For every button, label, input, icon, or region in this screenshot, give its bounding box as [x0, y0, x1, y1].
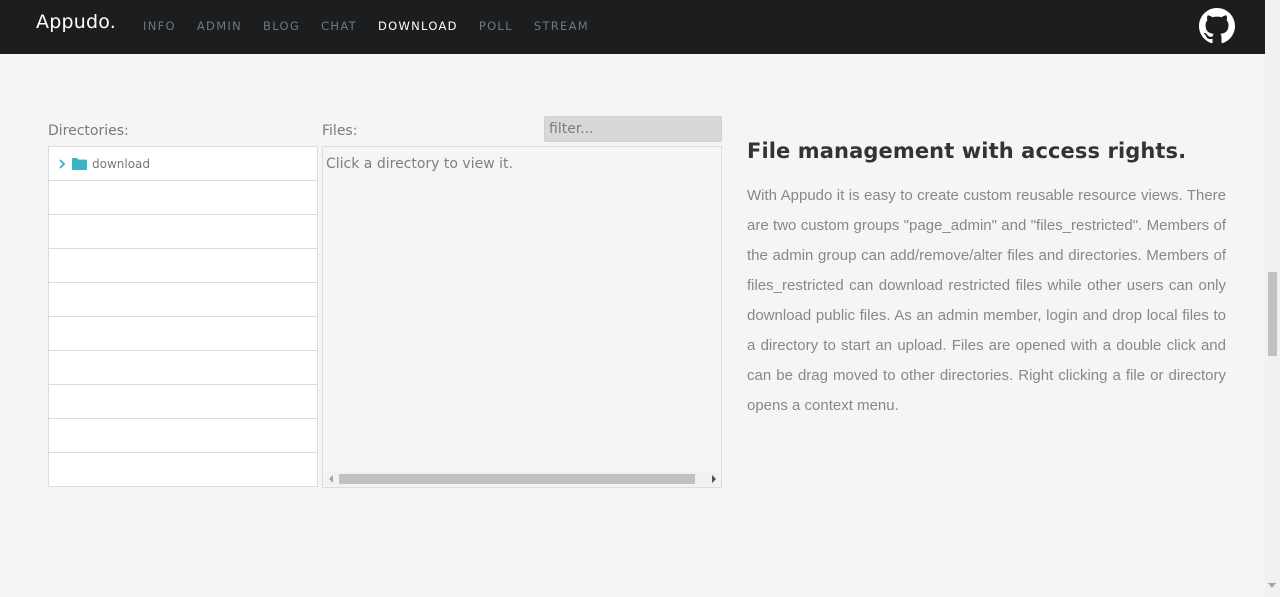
directory-row-empty — [49, 249, 317, 283]
directory-row-empty — [49, 419, 317, 453]
nav-item-chat[interactable]: CHAT — [321, 19, 357, 33]
github-icon[interactable] — [1199, 8, 1235, 44]
page-scrollbar-thumb[interactable] — [1268, 272, 1277, 356]
directory-row-empty — [49, 215, 317, 249]
scroll-down-arrow-icon[interactable] — [1268, 583, 1276, 588]
nav-item-blog[interactable]: BLOG — [263, 19, 300, 33]
directories-panel: download — [48, 146, 318, 487]
directory-row-empty — [49, 181, 317, 215]
directory-row-empty — [49, 385, 317, 419]
directory-row-empty — [49, 351, 317, 385]
nav-item-admin[interactable]: ADMIN — [197, 19, 242, 33]
folder-icon — [72, 157, 87, 170]
directory-row-empty — [49, 453, 317, 487]
section-title: File management with access rights. — [747, 139, 1187, 163]
directory-row-empty — [49, 317, 317, 351]
nav-item-poll[interactable]: POLL — [479, 19, 513, 33]
section-description: With Appudo it is easy to create custom … — [747, 187, 1226, 414]
chevron-right-icon[interactable] — [58, 158, 66, 169]
directories-label: Directories: — [48, 123, 129, 139]
page-scrollbar[interactable] — [1265, 0, 1280, 597]
nav-item-stream[interactable]: STREAM — [534, 19, 589, 33]
nav-item-download[interactable]: DOWNLOAD — [378, 19, 458, 33]
top-navbar: Appudo. INFO ADMIN BLOG CHAT DOWNLOAD PO… — [0, 0, 1265, 54]
scroll-left-arrow-icon[interactable] — [329, 475, 333, 483]
files-panel[interactable]: Click a directory to view it. — [322, 146, 722, 488]
files-label: Files: — [322, 123, 358, 139]
scroll-right-arrow-icon[interactable] — [712, 475, 716, 483]
files-hint: Click a directory to view it. — [326, 156, 513, 172]
filter-input[interactable] — [544, 116, 722, 142]
directory-name: download — [92, 156, 151, 171]
files-horizontal-scrollbar[interactable] — [325, 472, 719, 486]
directory-row-empty — [49, 283, 317, 317]
brand-logo[interactable]: Appudo. — [36, 11, 116, 33]
files-scrollbar-thumb[interactable] — [339, 474, 695, 484]
nav-item-info[interactable]: INFO — [143, 19, 176, 33]
nav-menu: INFO ADMIN BLOG CHAT DOWNLOAD POLL STREA… — [143, 19, 610, 33]
directory-item-download[interactable]: download — [49, 147, 317, 181]
